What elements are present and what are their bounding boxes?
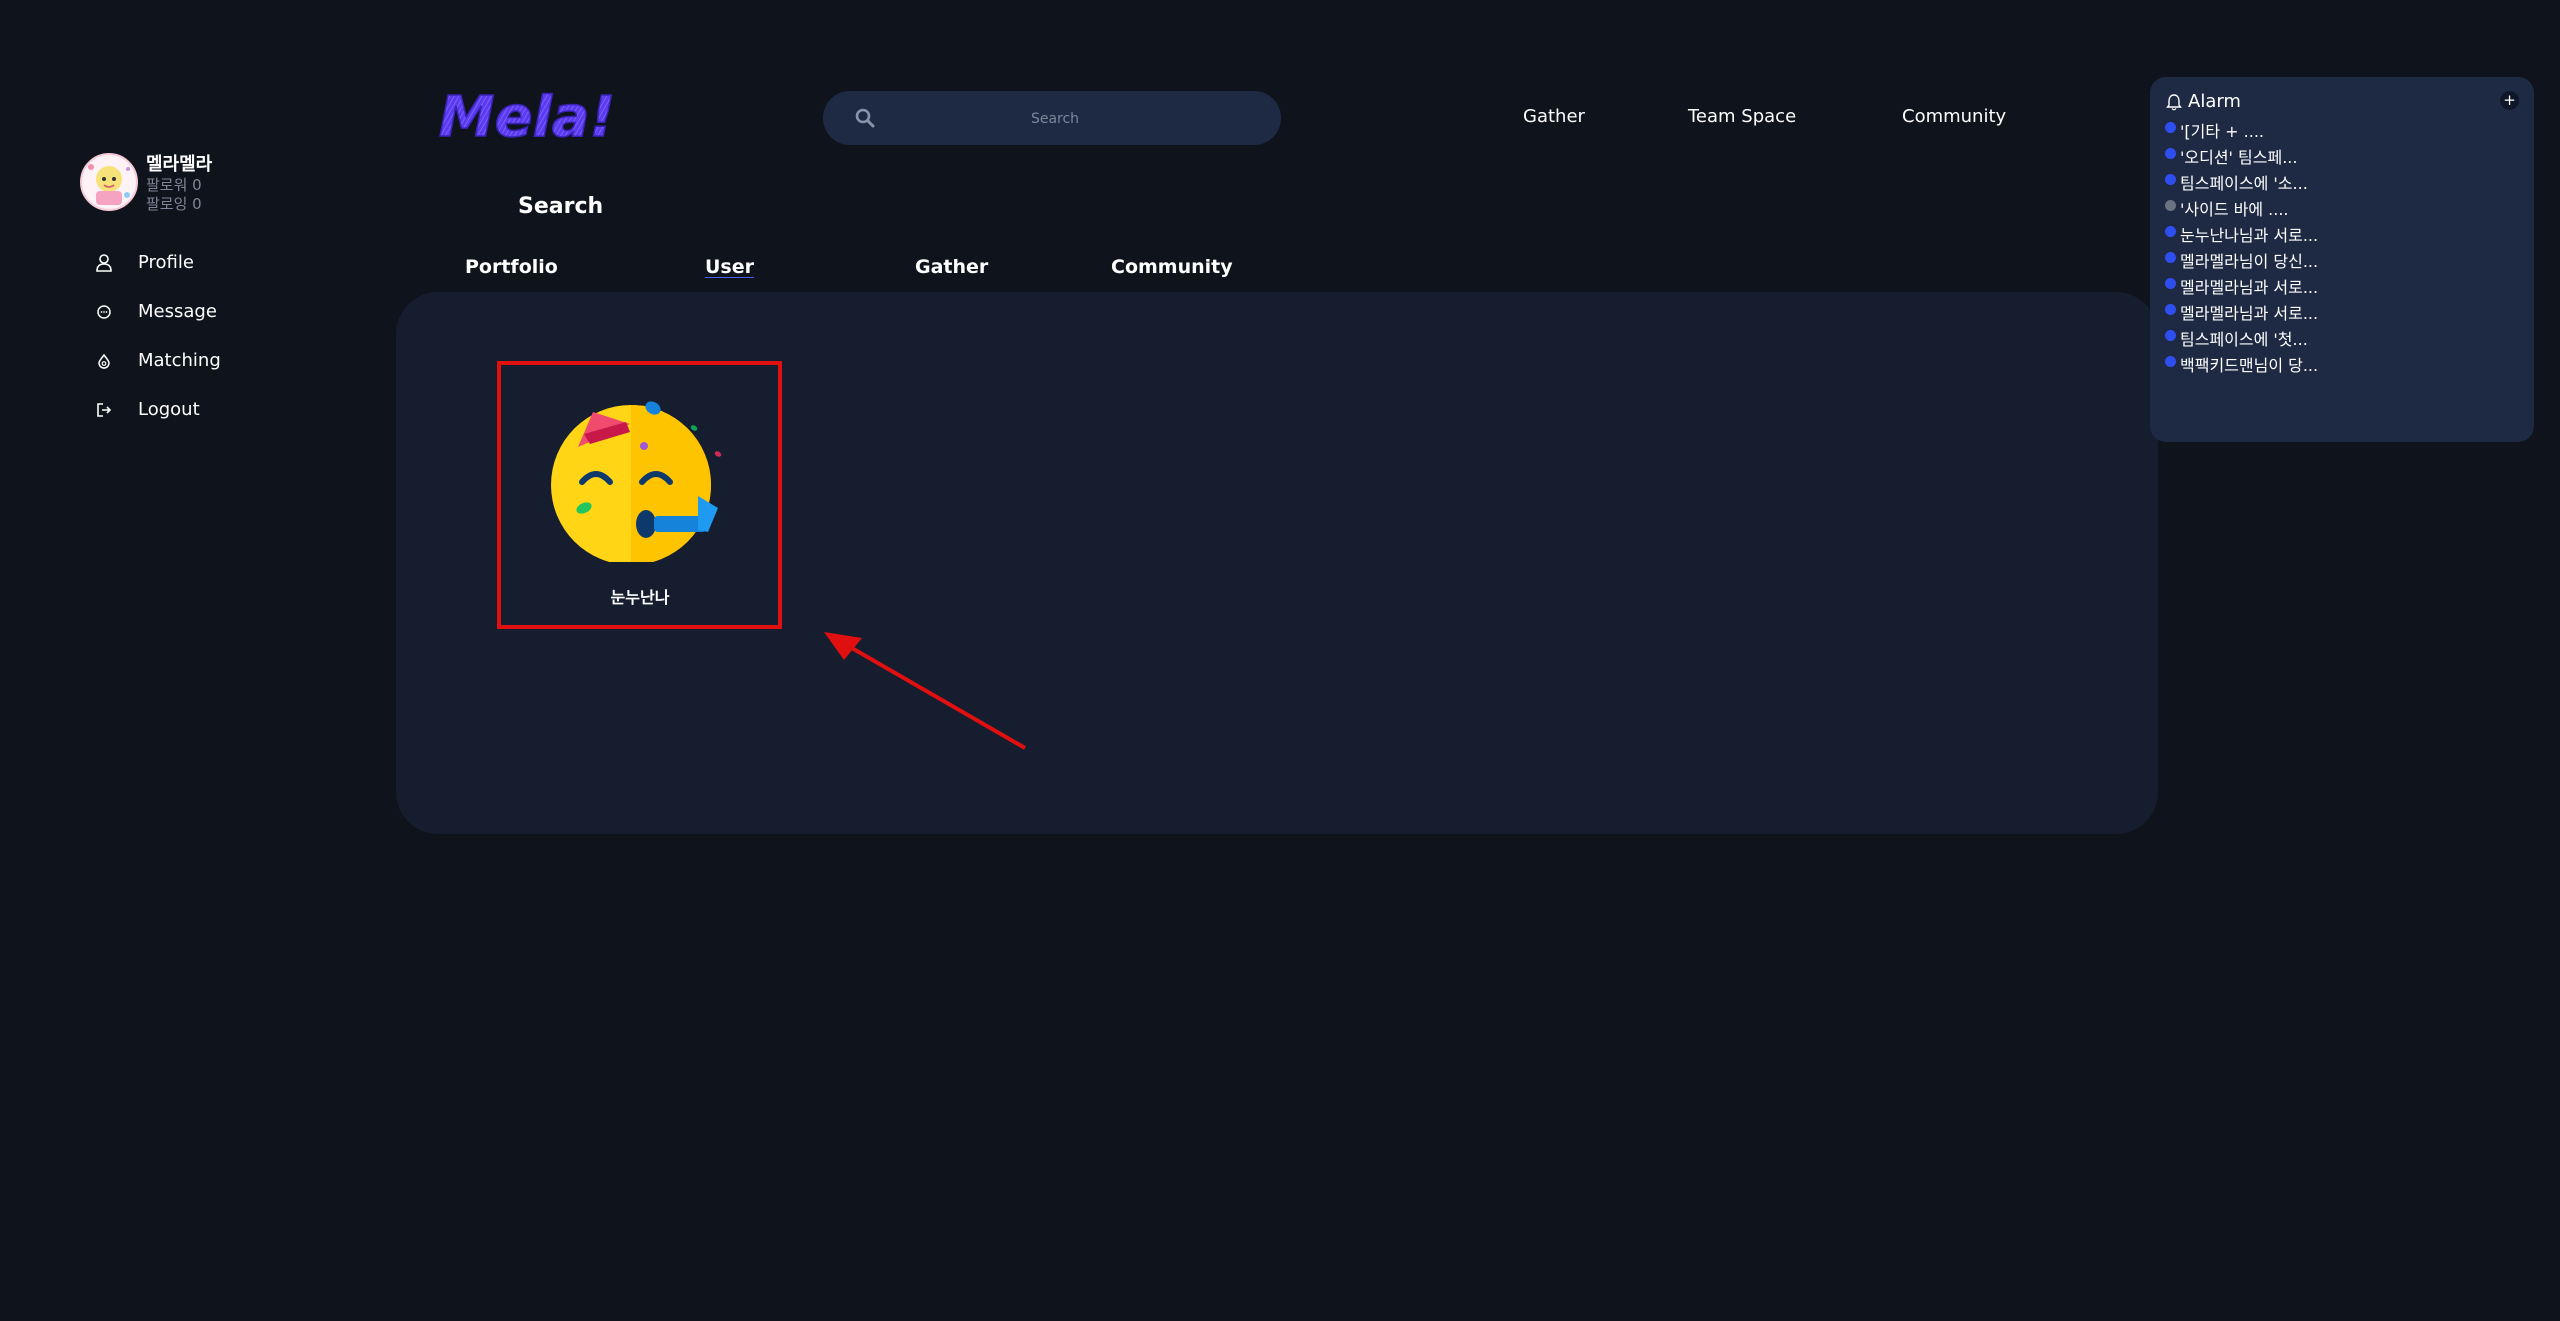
logo[interactable]: Mela!	[432, 84, 622, 151]
annotation-highlight-box	[497, 361, 782, 629]
unread-dot-icon	[2165, 121, 2176, 133]
alarm-text: 눈누난나님과 서로...	[2180, 226, 2319, 245]
nav-team-space[interactable]: Team Space	[1688, 106, 1796, 127]
tab-gather[interactable]: Gather	[915, 256, 988, 278]
alarm-text: '사이드 바에 ....	[2180, 200, 2289, 219]
alarm-item[interactable]: 멜라멜라님과 서로...	[2165, 273, 2318, 299]
unread-dot-icon	[2165, 277, 2176, 289]
bell-icon	[2166, 93, 2182, 110]
followers-count: 팔로워 0	[146, 176, 202, 194]
read-dot-icon	[2165, 199, 2176, 211]
alarm-title: Alarm	[2188, 91, 2241, 112]
message-icon	[97, 304, 111, 319]
unread-dot-icon	[2165, 355, 2176, 367]
sidebar-item-profile[interactable]: Profile	[93, 238, 221, 287]
alarm-item[interactable]: '[기타 + ....	[2165, 117, 2318, 143]
logout-icon	[97, 402, 112, 417]
alarm-text: 멜라멜라님과 서로...	[2180, 278, 2319, 297]
search-bar[interactable]	[823, 91, 1281, 145]
alarm-text: 팀스페이스에 '첫...	[2180, 330, 2308, 349]
matching-icon	[98, 353, 110, 369]
sidebar-item-label: Matching	[138, 350, 221, 371]
avatar[interactable]	[80, 153, 138, 211]
profile-info: 멜라멜라 팔로워 0 팔로잉 0	[146, 153, 212, 212]
alarm-text: 멜라멜라님과 서로...	[2180, 304, 2319, 323]
nav-gather[interactable]: Gather	[1523, 106, 1585, 127]
alarm-item[interactable]: 팀스페이스에 '소...	[2165, 169, 2318, 195]
alarm-item[interactable]: 눈누난나님과 서로...	[2165, 221, 2318, 247]
sidebar-item-label: Message	[138, 301, 217, 322]
alarm-text: 팀스페이스에 '소...	[2180, 174, 2308, 193]
alarm-item[interactable]: 멜라멜라님이 당신...	[2165, 247, 2318, 273]
profile-summary: 멜라멜라 팔로워 0 팔로잉 0	[80, 153, 212, 212]
user-icon	[96, 253, 112, 272]
sidebar-menu: Profile Message Matching Logout	[93, 238, 221, 434]
unread-dot-icon	[2165, 173, 2176, 185]
alarm-header: Alarm	[2166, 91, 2241, 112]
tab-community[interactable]: Community	[1111, 256, 1233, 278]
unread-dot-icon	[2165, 329, 2176, 341]
alarm-text: 백팩키드맨님이 당...	[2180, 356, 2319, 375]
sidebar-item-label: Profile	[138, 252, 194, 273]
following-count: 팔로잉 0	[146, 195, 202, 213]
alarm-item[interactable]: 백팩키드맨님이 당...	[2165, 351, 2318, 377]
logo-text: Mela!	[439, 86, 615, 148]
unread-dot-icon	[2165, 225, 2176, 237]
profile-name[interactable]: 멜라멜라	[146, 156, 212, 174]
annotation-arrow-icon	[824, 632, 1027, 750]
alarm-item[interactable]: 팀스페이스에 '첫...	[2165, 325, 2318, 351]
alarm-item[interactable]: '오디션' 팀스페...	[2165, 143, 2318, 169]
alarm-list: '[기타 + .... '오디션' 팀스페... 팀스페이스에 '소... '사…	[2165, 117, 2318, 377]
unread-dot-icon	[2165, 251, 2176, 263]
alarm-item[interactable]: 멜라멜라님과 서로...	[2165, 299, 2318, 325]
nav-community[interactable]: Community	[1902, 106, 2006, 127]
search-input[interactable]	[883, 99, 1227, 139]
alarm-add-button[interactable]: +	[2500, 91, 2519, 110]
unread-dot-icon	[2165, 147, 2176, 159]
sidebar-item-matching[interactable]: Matching	[93, 336, 221, 385]
page-title: Search	[518, 194, 604, 219]
sidebar-item-label: Logout	[138, 399, 200, 420]
sidebar-item-logout[interactable]: Logout	[93, 385, 221, 434]
tab-portfolio[interactable]: Portfolio	[465, 256, 558, 278]
unread-dot-icon	[2165, 303, 2176, 315]
alarm-panel: Alarm + '[기타 + .... '오디션' 팀스페... 팀스페이스에 …	[2150, 77, 2534, 442]
alarm-text: 멜라멜라님이 당신...	[2180, 252, 2319, 271]
alarm-text: '[기타 + ....	[2180, 122, 2265, 141]
sidebar-item-message[interactable]: Message	[93, 287, 221, 336]
search-icon[interactable]	[854, 107, 876, 129]
alarm-item[interactable]: '사이드 바에 ....	[2165, 195, 2318, 221]
alarm-text: '오디션' 팀스페...	[2180, 148, 2298, 167]
tab-user[interactable]: User	[705, 256, 754, 278]
